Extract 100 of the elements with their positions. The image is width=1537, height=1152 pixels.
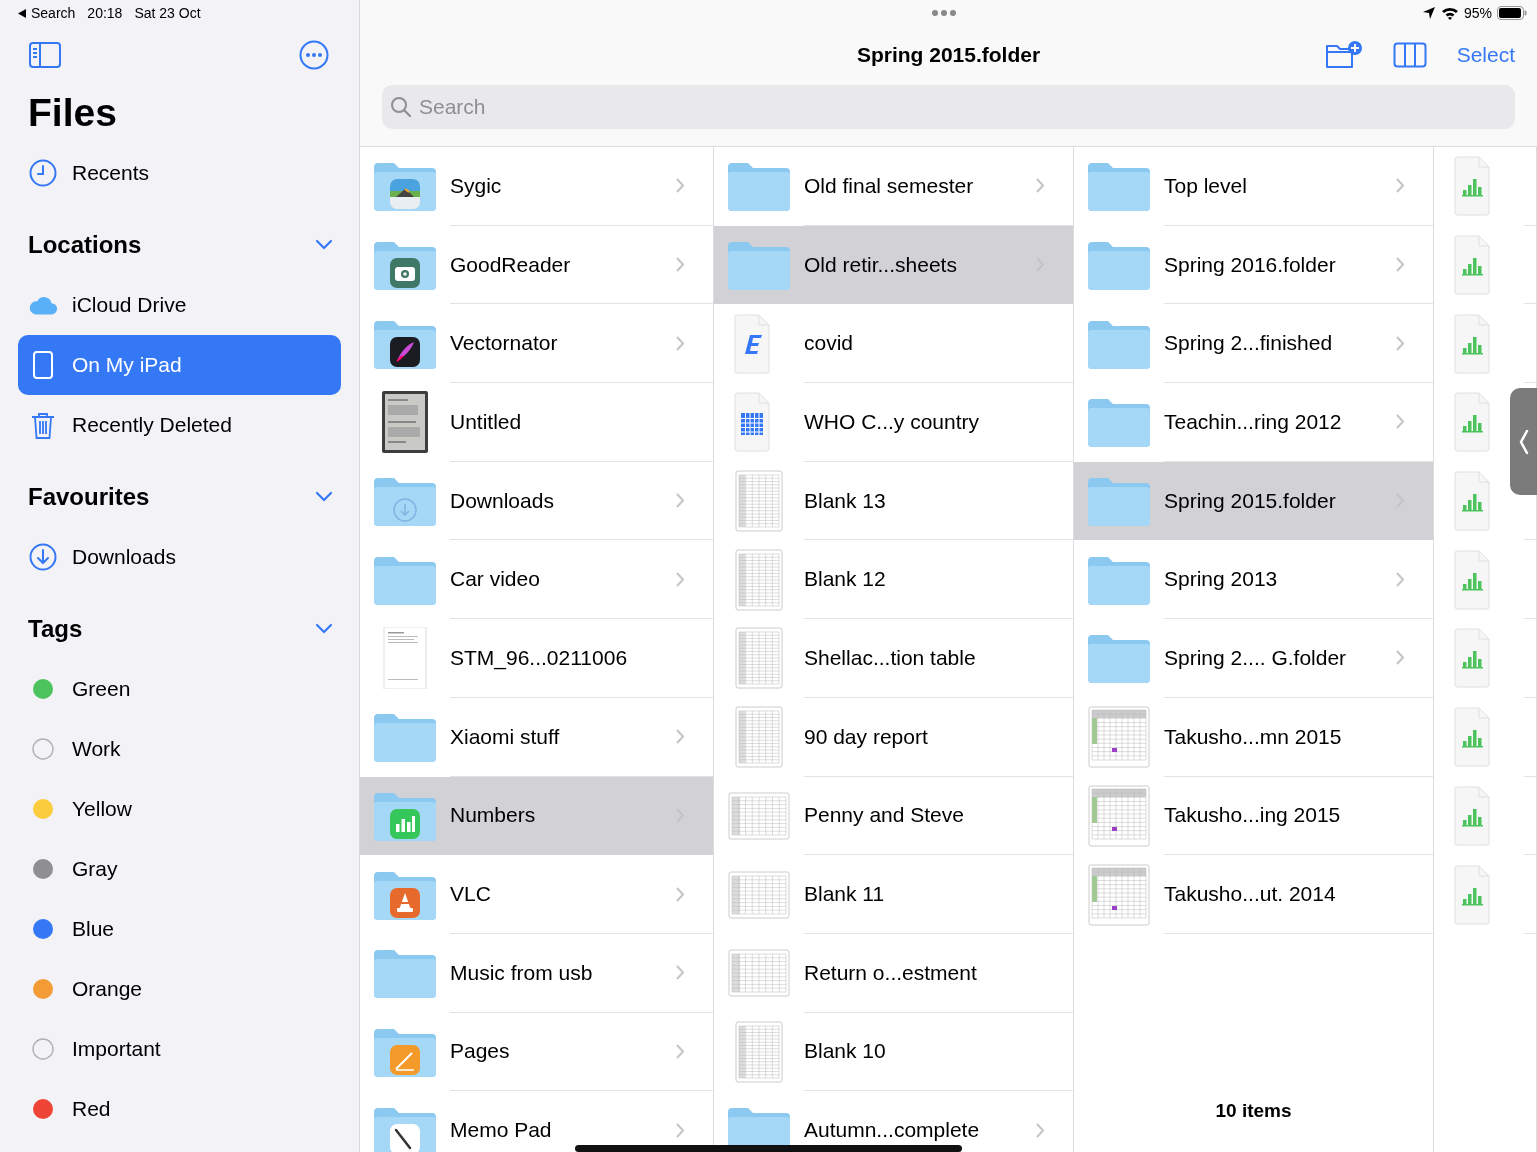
file-row[interactable]: covid <box>714 304 1073 384</box>
chevron-right-icon <box>1395 413 1405 431</box>
select-button[interactable]: Select <box>1456 42 1515 67</box>
sidebar-item[interactable]: Important <box>0 1019 341 1079</box>
file-name: Takusho...ing 2015 <box>1164 803 1341 828</box>
file-row[interactable]: Xiaomi stuff <box>360 697 713 777</box>
sidebar-item[interactable]: iCloud Drive <box>0 275 341 335</box>
file-row[interactable]: VLC <box>360 855 713 934</box>
file-row[interactable]: 90 day report <box>714 697 1073 777</box>
chevron-right-icon <box>1395 570 1405 588</box>
file-row[interactable]: Takusho...ing 2015 <box>1074 776 1433 856</box>
file-row[interactable]: Car video <box>360 540 713 620</box>
file-row[interactable]: Takusho...mn 2015 <box>1074 697 1433 777</box>
chevron-right-icon <box>675 177 685 195</box>
file-row[interactable]: Spring 2013 <box>1074 540 1433 620</box>
file-name: Return o...estment <box>804 960 977 985</box>
chevron-right-icon <box>675 256 685 274</box>
file-row[interactable]: Music from usb <box>360 933 713 1013</box>
file-name: Spring 2015.folder <box>1164 488 1336 513</box>
download-icon <box>28 542 58 572</box>
section-header: Locations <box>28 231 142 259</box>
file-name: WHO C...y country <box>804 409 980 434</box>
file-row[interactable]: Spring 2.... G.folder <box>1074 619 1433 698</box>
file-name: Sygic <box>450 173 502 198</box>
file-row[interactable]: Numbers <box>360 776 713 856</box>
file-row[interactable]: Spring 2...finished <box>1074 304 1433 384</box>
file-name: GoodReader <box>450 252 571 277</box>
file-name: covid <box>804 331 854 356</box>
file-row[interactable]: Pages <box>360 1012 713 1092</box>
sidebar-item[interactable]: Recently Deleted <box>0 395 341 455</box>
file-name: Music from usb <box>450 960 593 985</box>
chevron-icon[interactable] <box>315 623 333 635</box>
app-title: Files <box>28 91 117 135</box>
spreadsheet-thumbnail <box>1088 706 1150 769</box>
file-name: Pages <box>450 1039 510 1064</box>
sidebar-item[interactable]: Blue <box>0 899 341 959</box>
wifi-icon <box>1440 6 1459 20</box>
file-row[interactable]: Takusho...ut. 2014 <box>1074 855 1433 934</box>
file-name: Penny and Steve <box>804 803 964 828</box>
sidebar-item[interactable]: Red <box>0 1079 341 1139</box>
file-row[interactable]: Top level <box>1074 147 1433 226</box>
file-name: 90 day report <box>804 724 928 749</box>
file-row[interactable]: Untitled <box>360 383 713 462</box>
chevron-right-icon <box>675 964 685 982</box>
file-row[interactable]: Blank 10 <box>714 1012 1073 1092</box>
chevron-icon[interactable] <box>315 239 333 251</box>
chevron-icon[interactable] <box>315 491 333 503</box>
folder-title: Spring 2015.folder <box>856 42 1041 67</box>
sidebar-item[interactable]: Gray <box>0 839 341 899</box>
file-name: Spring 2013 <box>1164 567 1278 592</box>
section-header: Favourites <box>28 483 150 511</box>
multitasking-dots-icon[interactable] <box>930 9 957 17</box>
file-name: Top level <box>1164 173 1247 198</box>
file-row[interactable]: Return o...estment <box>714 933 1073 1013</box>
file-name: Blank 11 <box>804 882 885 907</box>
sidebar-item[interactable]: Yellow <box>0 779 341 839</box>
file-row[interactable]: WHO C...y country <box>714 383 1073 462</box>
chevron-right-icon <box>1395 649 1405 667</box>
file-name: Blank 13 <box>804 488 886 513</box>
file-row[interactable]: Shellac...tion table <box>714 619 1073 698</box>
battery-percent: 95% <box>1463 5 1492 21</box>
clock-icon <box>28 158 58 188</box>
file-name: Takusho...mn 2015 <box>1164 724 1342 749</box>
spreadsheet-thumbnail <box>1088 784 1150 847</box>
new-folder-icon[interactable] <box>1324 39 1363 70</box>
file-row[interactable]: Penny and Steve <box>714 776 1073 856</box>
file-name: Old final semester <box>804 173 974 198</box>
file-row[interactable]: Blank 11 <box>714 855 1073 934</box>
sidebar-item[interactable]: Downloads <box>0 527 341 587</box>
file-row[interactable]: Old retir...sheets <box>714 225 1073 305</box>
file-row[interactable]: Spring 2016.folder <box>1074 225 1433 305</box>
file-row[interactable]: Sygic <box>360 147 713 226</box>
sidebar-item[interactable]: On My iPad <box>18 335 341 395</box>
sidebar-item[interactable]: Recents <box>0 143 341 203</box>
search-field[interactable]: Search <box>382 85 1515 129</box>
file-name: Blank 12 <box>804 567 886 592</box>
file-row[interactable]: Old final semester <box>714 147 1073 226</box>
file-row[interactable]: Blank 13 <box>714 461 1073 541</box>
file-row[interactable]: GoodReader <box>360 225 713 305</box>
chevron-right-icon <box>1395 177 1405 195</box>
chevron-right-icon <box>675 1042 685 1060</box>
file-name: Teachin...ring 2012 <box>1164 409 1342 434</box>
file-name: Memo Pad <box>450 1118 552 1143</box>
file-row[interactable]: Teachin...ring 2012 <box>1074 383 1433 462</box>
spreadsheet-thumbnail <box>1088 863 1150 926</box>
sidebar-item[interactable]: Green <box>0 659 341 719</box>
file-row[interactable]: Spring 2015.folder <box>1074 461 1433 541</box>
sidebar-item[interactable]: Work <box>0 719 341 779</box>
columns-view-icon[interactable] <box>1392 41 1427 68</box>
chevron-right-icon <box>1395 334 1405 352</box>
file-row[interactable]: Blank 12 <box>714 540 1073 620</box>
slide-over-handle[interactable] <box>1510 388 1537 495</box>
file-row[interactable]: STM_96...0211006 <box>360 619 713 698</box>
file-row[interactable]: Downloads <box>360 461 713 541</box>
sidebar-item[interactable]: Orange <box>0 959 341 1019</box>
back-link[interactable]: Search <box>18 5 76 21</box>
file-row[interactable]: Vectornator <box>360 304 713 384</box>
tag-circle-icon <box>32 1038 54 1060</box>
tag-circle-icon <box>32 738 54 760</box>
chevron-right-icon <box>675 334 685 352</box>
